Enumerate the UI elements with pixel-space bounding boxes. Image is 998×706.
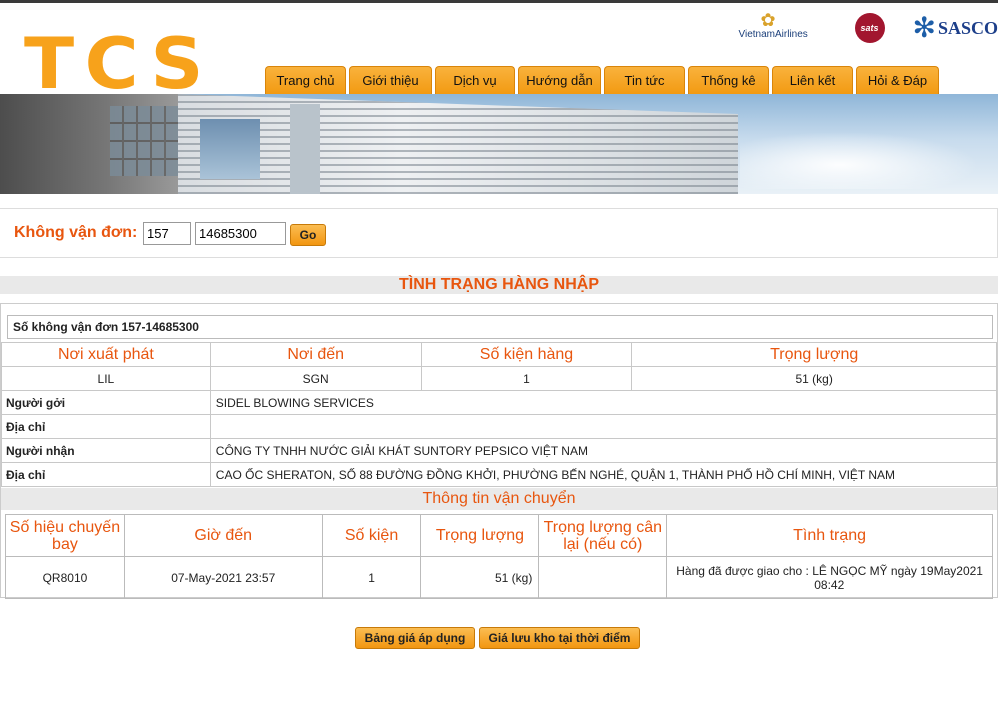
shipment-table: Nơi xuất phát Nơi đến Số kiện hàng Trọng… (1, 342, 998, 487)
transport-table: Số hiệu chuyến bay Giờ đến Số kiện Trọng… (5, 514, 993, 599)
pieces-value: 1 (321, 556, 422, 599)
sasco-logo[interactable]: ✻ SASCO (913, 14, 998, 42)
weight-value: 51 (kg) (420, 556, 540, 599)
awb-search-label: Không vận đơn: (14, 224, 138, 241)
flight-value: QR8010 (5, 556, 125, 599)
status-value: Hàng đã được giao cho : LÊ NGỌC MỸ ngày … (666, 556, 993, 599)
sender-address-row: Địa chỉ (1, 414, 998, 439)
nav-services[interactable]: Dịch vụ (435, 66, 515, 94)
awb-search-bar: Không vận đơn: Go (0, 208, 998, 258)
shipment-values-row: LIL SGN 1 51 (kg) (1, 366, 997, 391)
action-buttons: Bảng giá áp dụng Giá lưu kho tại thời đi… (355, 627, 644, 649)
rates-button[interactable]: Bảng giá áp dụng (355, 627, 475, 649)
origin-value: LIL (1, 366, 211, 391)
transport-header-row: Số hiệu chuyến bay Giờ đến Số kiện Trọng… (5, 514, 993, 557)
nav-statistics[interactable]: Thống kê (688, 66, 769, 94)
pieces-header: Số kiện hàng (420, 342, 633, 367)
nav-about[interactable]: Giới thiệu (349, 66, 432, 94)
destination-header: Nơi đến (209, 342, 422, 367)
nav-news[interactable]: Tin tức (604, 66, 685, 94)
partner-logos: ✿ VietnamAirlines sats ✻ SASCO (739, 8, 998, 48)
transport-row: QR8010 07-May-2021 23:57 1 51 (kg) Hàng … (5, 556, 993, 599)
sats-logo[interactable]: sats (854, 13, 885, 43)
reweight-header: Trọng lượng cân lại (nếu có) (538, 514, 668, 557)
awb-prefix-input[interactable] (143, 222, 191, 245)
storage-price-button[interactable]: Giá lưu kho tại thời điểm (479, 627, 640, 649)
status-line-1: Hàng đã được giao cho : LÊ NGỌC MỸ ngày … (676, 563, 983, 578)
arrival-header: Giờ đến (123, 514, 323, 557)
pieces-header: Số kiện (321, 514, 422, 557)
weight-value: 51 (kg) (631, 366, 997, 391)
tcs-logo[interactable]: TCS (24, 29, 214, 99)
receiver-address-label: Địa chỉ (1, 462, 211, 487)
receiver-label: Người nhận (1, 438, 211, 463)
pieces-value: 1 (420, 366, 633, 391)
lotus-icon: ✿ (760, 10, 776, 30)
sender-address-value (209, 414, 998, 439)
sender-label: Người gởi (1, 390, 211, 415)
origin-header: Nơi xuất phát (1, 342, 211, 367)
import-status-title: TÌNH TRẠNG HÀNG NHẬP (0, 276, 998, 294)
reweight-value (538, 556, 668, 599)
shipment-header-row: Nơi xuất phát Nơi đến Số kiện hàng Trọng… (1, 342, 997, 367)
main-nav: Trang chủ Giới thiệu Dịch vụ Hướng dẫn T… (265, 66, 942, 94)
nav-faq[interactable]: Hỏi & Đáp (856, 66, 939, 94)
go-button[interactable]: Go (290, 224, 326, 246)
receiver-value: CÔNG TY TNHH NƯỚC GIẢI KHÁT SUNTORY PEPS… (209, 438, 998, 463)
sender-row: Người gởi SIDEL BLOWING SERVICES (1, 390, 998, 415)
transport-info-title: Thông tin vận chuyển (1, 488, 997, 510)
flight-header: Số hiệu chuyến bay (5, 514, 125, 557)
destination-value: SGN (209, 366, 422, 391)
arrival-value: 07-May-2021 23:57 (123, 556, 323, 599)
vietnam-airlines-text: VietnamAirlines (738, 29, 808, 40)
weight-header: Trọng lượng (631, 342, 997, 367)
sender-value: SIDEL BLOWING SERVICES (209, 390, 998, 415)
receiver-address-row: Địa chỉ CAO ỐC SHERATON, SỐ 88 ĐƯỜNG ĐỒN… (1, 462, 998, 487)
awb-number-line: Số không vận đơn 157-14685300 (7, 315, 993, 339)
sender-address-label: Địa chỉ (1, 414, 211, 439)
sasco-star-icon: ✻ (912, 12, 936, 43)
header-banner-image (0, 94, 998, 194)
status-header: Tình trạng (666, 514, 993, 557)
header: TCS ✿ VietnamAirlines sats ✻ SASCO Trang… (0, 3, 998, 99)
vietnam-airlines-logo[interactable]: ✿ VietnamAirlines (739, 8, 829, 48)
nav-links[interactable]: Liên kết (772, 66, 853, 94)
weight-header: Trọng lượng (420, 514, 540, 557)
shipment-details: Số không vận đơn 157-14685300 Nơi xuất p… (0, 303, 998, 599)
receiver-row: Người nhận CÔNG TY TNHH NƯỚC GIẢI KHÁT S… (1, 438, 998, 463)
nav-home[interactable]: Trang chủ (265, 66, 346, 94)
awb-number-input[interactable] (195, 222, 286, 245)
sasco-text: SASCO (937, 17, 998, 38)
receiver-address-value: CAO ỐC SHERATON, SỐ 88 ĐƯỜNG ĐỒNG KHỞI, … (209, 462, 998, 487)
nav-guide[interactable]: Hướng dẫn (518, 66, 601, 94)
status-line-2: 08:42 (814, 577, 845, 592)
